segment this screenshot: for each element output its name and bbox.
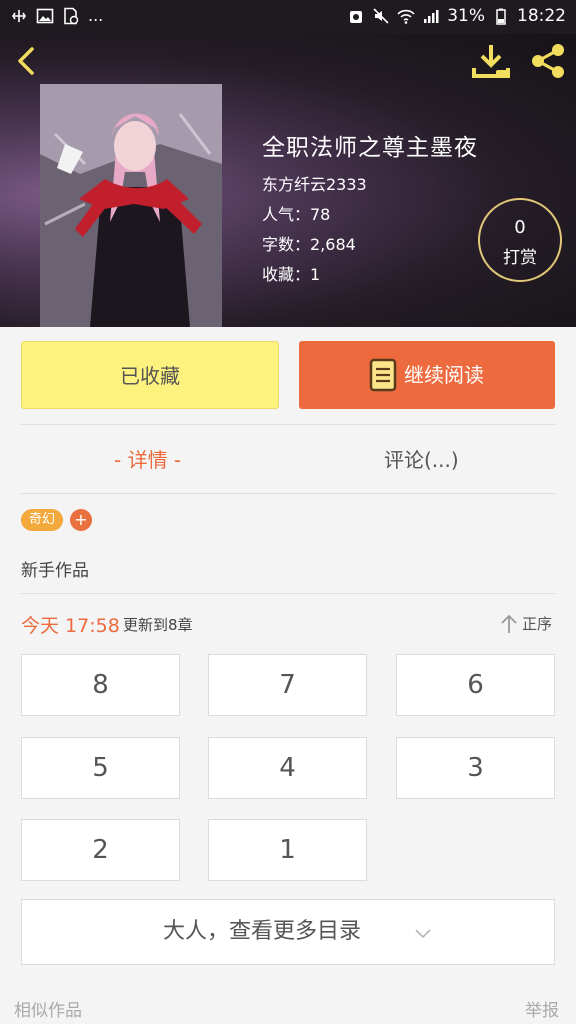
work-type-label: 新手作品 (21, 561, 89, 581)
more-catalog-label: 大人，查看更多目录 (163, 919, 362, 944)
divider (21, 593, 555, 594)
status-bar: ... 31% 18:22 (0, 0, 576, 34)
book-cover[interactable] (40, 84, 222, 327)
image-icon (36, 8, 54, 23)
book-popularity: 人气：78 (262, 205, 331, 224)
back-arrow-icon[interactable] (10, 44, 44, 78)
status-bar-right: 31% 18:22 (347, 6, 566, 26)
status-dots: ... (88, 6, 104, 25)
chapter-button[interactable]: 8 (21, 654, 180, 716)
continue-reading-button[interactable]: 继续阅读 (299, 341, 555, 409)
divider (21, 493, 555, 494)
reward-button[interactable]: 0 打赏 (478, 198, 562, 282)
tab-comments[interactable]: 评论(...) (384, 442, 459, 478)
file-clock-icon (64, 7, 79, 24)
book-favorites: 收藏：1 (262, 265, 321, 284)
chapter-button[interactable]: 6 (396, 654, 555, 716)
chapter-button[interactable]: 5 (21, 737, 180, 799)
continue-reading-label: 继续阅读 (404, 363, 484, 387)
cover-illustration (40, 84, 222, 327)
reward-label: 打赏 (503, 248, 537, 268)
sort-up-arrow-icon (501, 614, 517, 633)
status-time: 18:22 (517, 6, 566, 26)
genre-tag[interactable]: 奇幻 (21, 509, 63, 531)
update-time: 今天 17:58 (21, 615, 120, 637)
battery-percent: 31% (447, 6, 485, 26)
favorited-button[interactable]: 已收藏 (21, 341, 279, 409)
chevron-down-icon (415, 929, 431, 939)
book-word-count: 字数：2,684 (262, 235, 356, 254)
reward-count: 0 (514, 217, 526, 238)
mute-icon (373, 8, 389, 24)
signal-icon (424, 10, 439, 23)
wifi-icon (397, 9, 415, 24)
chapter-button[interactable]: 1 (208, 819, 367, 881)
download-icon[interactable] (470, 42, 512, 80)
alarm-icon (350, 11, 363, 23)
chapter-button[interactable]: 3 (396, 737, 555, 799)
status-bar-left: ... (10, 6, 103, 25)
add-tag-button[interactable]: + (70, 509, 92, 531)
book-icon (369, 358, 397, 392)
battery-icon (496, 8, 506, 25)
sort-order-label: 正序 (522, 615, 553, 633)
similar-works-label: 相似作品 (14, 1001, 82, 1021)
update-text: 更新到8章 (123, 616, 193, 634)
tab-detail[interactable]: - 详情 - (114, 442, 181, 478)
chapter-button[interactable]: 4 (208, 737, 367, 799)
chapter-button[interactable]: 2 (21, 819, 180, 881)
chapter-button[interactable]: 7 (208, 654, 367, 716)
book-author[interactable]: 东方纤云2333 (262, 171, 367, 195)
report-link[interactable]: 举报 (525, 996, 559, 1021)
more-catalog-button[interactable]: 大人，查看更多目录 (21, 899, 555, 965)
book-title: 全职法师之尊主墨夜 (262, 135, 478, 161)
share-icon[interactable] (528, 42, 568, 80)
divider (21, 424, 555, 425)
usb-icon (12, 9, 26, 22)
